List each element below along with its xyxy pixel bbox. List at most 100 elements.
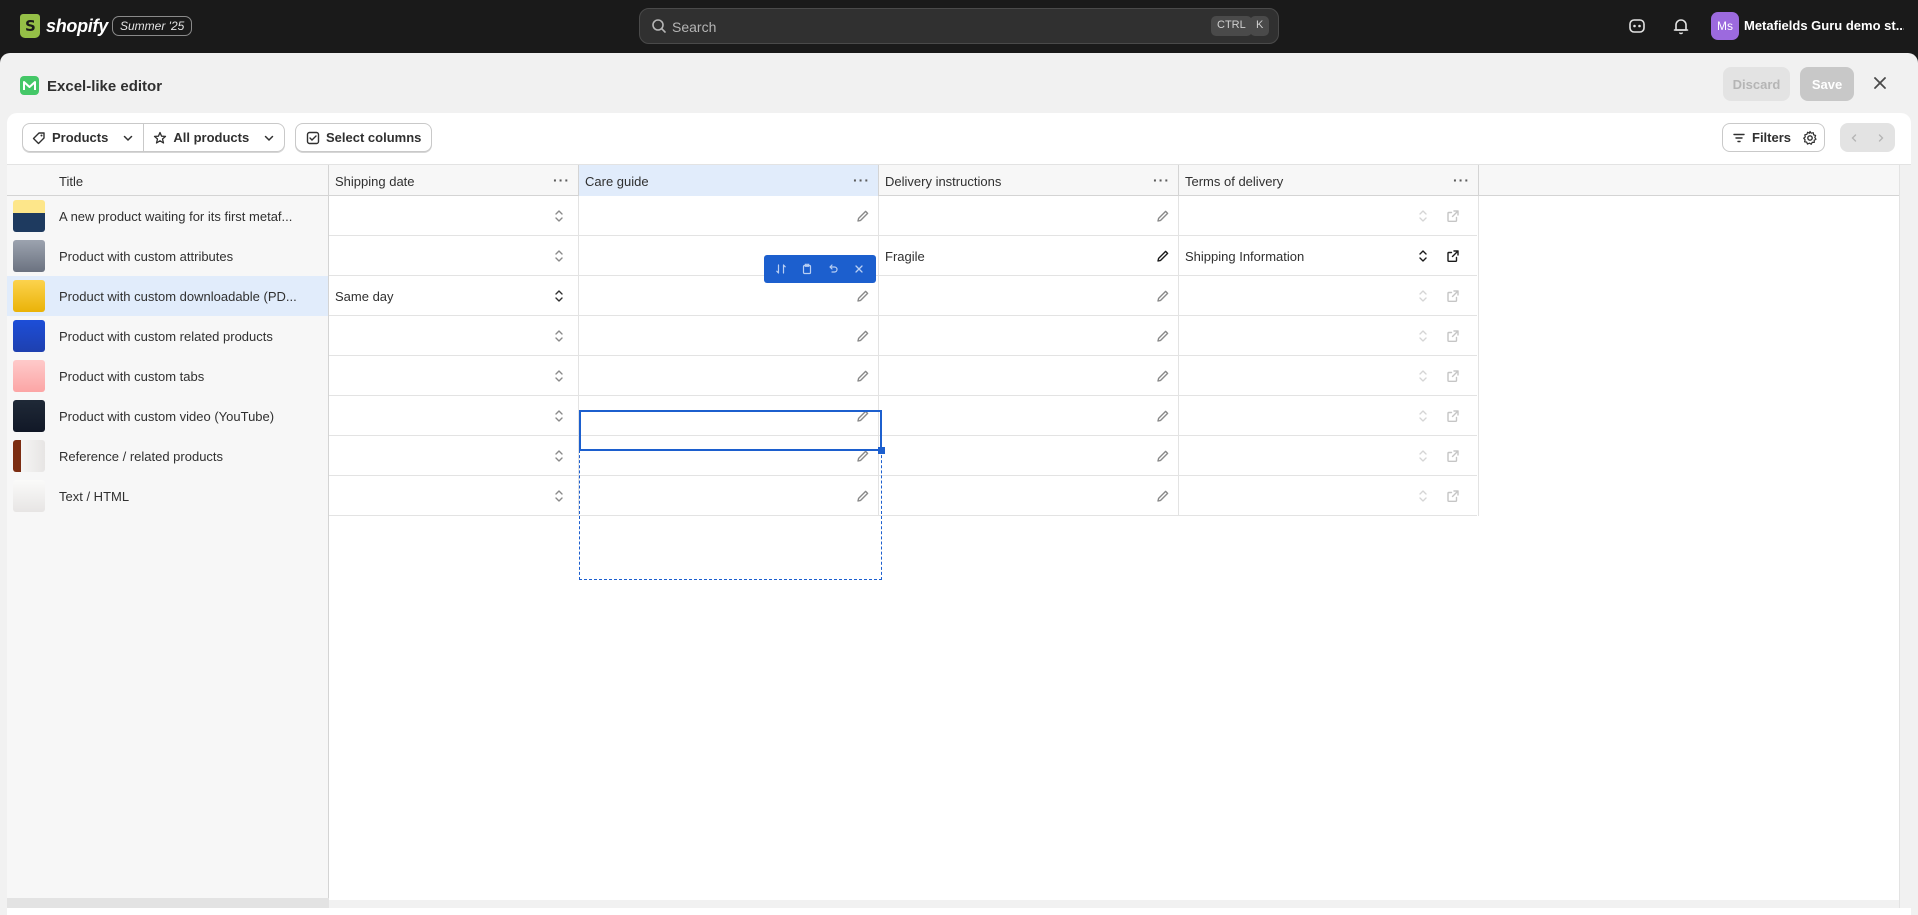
delivery-instructions-cell[interactable]	[879, 476, 1179, 516]
select-chevron-icon[interactable]	[551, 288, 567, 304]
shipping-date-cell[interactable]	[329, 436, 579, 476]
column-header-terms-of-delivery[interactable]: Terms of delivery ···	[1179, 165, 1479, 196]
pencil-icon[interactable]	[1155, 488, 1171, 504]
select-chevron-icon[interactable]	[1415, 248, 1431, 264]
select-chevron-icon[interactable]	[551, 368, 567, 384]
edition-badge[interactable]: Summer '25	[112, 16, 193, 36]
shipping-date-cell[interactable]	[329, 356, 579, 396]
view-dropdown[interactable]: All products	[143, 124, 284, 151]
select-chevron-icon[interactable]	[1415, 328, 1431, 344]
pencil-icon[interactable]	[1155, 208, 1171, 224]
save-button[interactable]: Save	[1800, 67, 1854, 101]
select-chevron-icon[interactable]	[1415, 208, 1431, 224]
delivery-instructions-cell[interactable]: Fragile	[879, 236, 1179, 276]
close-icon[interactable]	[1870, 73, 1890, 93]
shipping-date-cell[interactable]	[329, 316, 579, 356]
settings-button[interactable]	[1796, 123, 1825, 152]
care-guide-cell[interactable]	[579, 396, 879, 436]
delivery-instructions-cell[interactable]	[879, 356, 1179, 396]
select-chevron-icon[interactable]	[1415, 288, 1431, 304]
vertical-scrollbar[interactable]	[1899, 165, 1911, 908]
pencil-icon[interactable]	[1155, 288, 1171, 304]
select-chevron-icon[interactable]	[1415, 448, 1431, 464]
terms-of-delivery-cell[interactable]	[1179, 356, 1479, 396]
shipping-date-cell[interactable]	[329, 236, 579, 276]
pencil-icon[interactable]	[1155, 328, 1171, 344]
filters-button[interactable]: Filters	[1722, 123, 1802, 152]
delivery-instructions-cell[interactable]	[879, 436, 1179, 476]
terms-of-delivery-cell[interactable]: Shipping Information	[1179, 236, 1479, 276]
external-link-icon[interactable]	[1445, 368, 1461, 384]
select-chevron-icon[interactable]	[551, 328, 567, 344]
shipping-date-cell[interactable]	[329, 396, 579, 436]
terms-of-delivery-cell[interactable]	[1179, 436, 1479, 476]
terms-of-delivery-cell[interactable]	[1179, 276, 1479, 316]
column-header-shipping-date[interactable]: Shipping date ···	[329, 165, 579, 196]
pencil-icon[interactable]	[855, 288, 871, 304]
title-cell[interactable]: Text / HTML	[7, 476, 329, 516]
shipping-date-cell[interactable]	[329, 476, 579, 516]
select-chevron-icon[interactable]	[551, 408, 567, 424]
column-menu-icon[interactable]: ···	[1153, 172, 1170, 188]
search-bar[interactable]: Search CTRL K	[639, 8, 1279, 44]
discard-button[interactable]: Discard	[1723, 67, 1790, 101]
sidekick-icon[interactable]	[1627, 16, 1647, 36]
delivery-instructions-cell[interactable]	[879, 196, 1179, 236]
swap-icon[interactable]	[774, 262, 788, 276]
external-link-icon[interactable]	[1445, 448, 1461, 464]
horizontal-scrollbar[interactable]	[329, 900, 1899, 908]
store-avatar[interactable]: Ms	[1711, 12, 1739, 40]
fill-handle[interactable]	[878, 447, 885, 454]
notification-bell-icon[interactable]	[1671, 16, 1691, 36]
clipboard-icon[interactable]	[800, 262, 814, 276]
pencil-icon[interactable]	[1155, 408, 1171, 424]
external-link-icon[interactable]	[1445, 488, 1461, 504]
select-chevron-icon[interactable]	[1415, 408, 1431, 424]
terms-of-delivery-cell[interactable]	[1179, 476, 1479, 516]
pencil-icon[interactable]	[1155, 248, 1171, 264]
select-chevron-icon[interactable]	[1415, 368, 1431, 384]
care-guide-cell[interactable]	[579, 316, 879, 356]
pencil-icon[interactable]	[1155, 448, 1171, 464]
delivery-instructions-cell[interactable]	[879, 316, 1179, 356]
title-cell[interactable]: Product with custom attributes	[7, 236, 329, 276]
pencil-icon[interactable]	[855, 408, 871, 424]
external-link-icon[interactable]	[1445, 248, 1461, 264]
care-guide-cell[interactable]	[579, 436, 879, 476]
care-guide-cell[interactable]	[579, 356, 879, 396]
select-chevron-icon[interactable]	[551, 448, 567, 464]
title-cell[interactable]: Reference / related products	[7, 436, 329, 476]
select-chevron-icon[interactable]	[551, 208, 567, 224]
delivery-instructions-cell[interactable]	[879, 276, 1179, 316]
column-header-care-guide[interactable]: Care guide ···	[579, 165, 879, 196]
pencil-icon[interactable]	[855, 488, 871, 504]
select-chevron-icon[interactable]	[1415, 488, 1431, 504]
title-cell[interactable]: Product with custom tabs	[7, 356, 329, 396]
shipping-date-cell[interactable]: Same day	[329, 276, 579, 316]
title-cell[interactable]: Product with custom downloadable (PD...	[7, 276, 329, 316]
column-menu-icon[interactable]: ···	[553, 172, 570, 188]
care-guide-cell[interactable]	[579, 196, 879, 236]
terms-of-delivery-cell[interactable]	[1179, 396, 1479, 436]
clear-icon[interactable]	[852, 262, 866, 276]
column-menu-icon[interactable]: ···	[853, 172, 870, 188]
store-name[interactable]: Metafields Guru demo st...	[1744, 18, 1904, 33]
shipping-date-cell[interactable]	[329, 196, 579, 236]
external-link-icon[interactable]	[1445, 288, 1461, 304]
care-guide-cell[interactable]	[579, 476, 879, 516]
external-link-icon[interactable]	[1445, 208, 1461, 224]
column-header-title[interactable]: Title	[7, 165, 329, 196]
frozen-horizontal-scrollbar[interactable]	[7, 898, 329, 908]
pencil-icon[interactable]	[1155, 368, 1171, 384]
pencil-icon[interactable]	[855, 328, 871, 344]
external-link-icon[interactable]	[1445, 328, 1461, 344]
title-cell[interactable]: Product with custom video (YouTube)	[7, 396, 329, 436]
select-columns-button[interactable]: Select columns	[295, 123, 433, 152]
terms-of-delivery-cell[interactable]	[1179, 316, 1479, 356]
title-cell[interactable]: A new product waiting for its first meta…	[7, 196, 329, 236]
pencil-icon[interactable]	[855, 448, 871, 464]
shopify-logo[interactable]: shopify	[20, 14, 108, 38]
pencil-icon[interactable]	[855, 208, 871, 224]
terms-of-delivery-cell[interactable]	[1179, 196, 1479, 236]
previous-page-button[interactable]	[1840, 123, 1868, 152]
